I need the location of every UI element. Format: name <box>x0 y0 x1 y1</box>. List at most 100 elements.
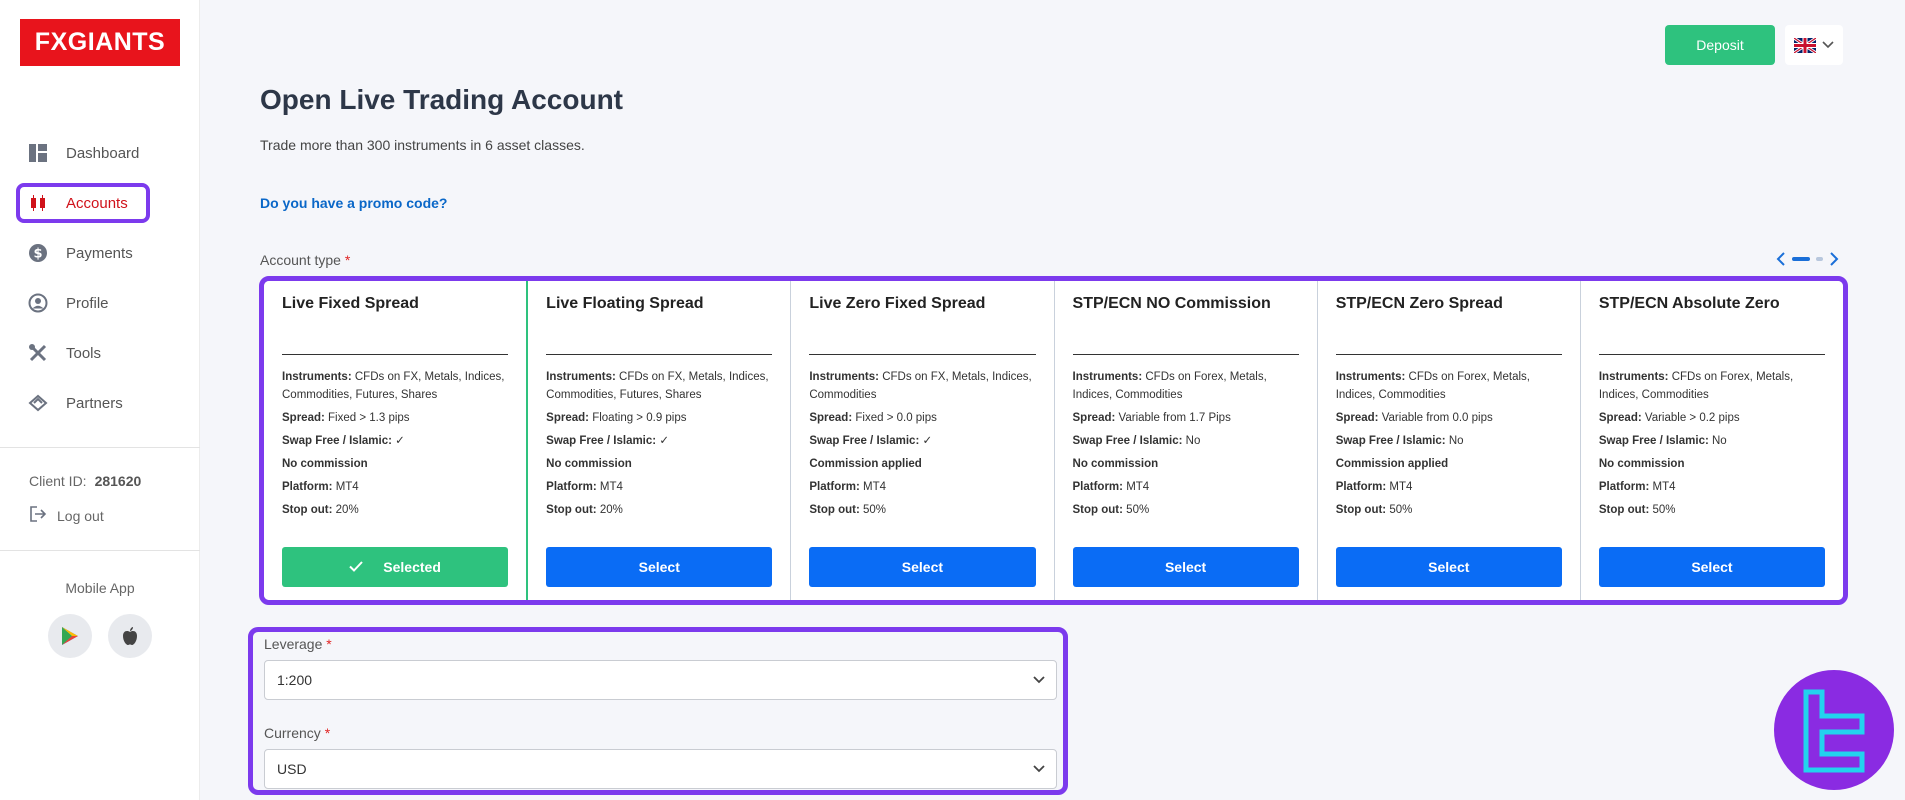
stop-out-line: Stop out: 20% <box>546 501 772 519</box>
swap-line: Swap Free / Islamic: ✓ <box>546 432 772 450</box>
commission-value: No commission <box>1072 458 1159 470</box>
button-label: Select <box>638 559 680 575</box>
button-label: Select <box>901 559 944 575</box>
logout-link[interactable]: Log out <box>29 505 104 526</box>
account-card-title: STP/ECN NO Commission <box>1072 295 1299 355</box>
account-card-details: Instruments: CFDs on FX, Metals, Indices… <box>546 355 772 519</box>
platform-value: MT4 <box>1126 481 1150 493</box>
carousel-nav <box>1776 252 1839 266</box>
account-card-title: STP/ECN Absolute Zero <box>1598 295 1826 355</box>
select-button[interactable]: Select <box>1072 547 1299 587</box>
platform-label: Platform: <box>282 481 333 493</box>
account-card[interactable]: STP/ECN Zero Spread Instruments: CFDs on … <box>1317 281 1581 600</box>
instruments-label: Instruments: <box>1335 371 1406 383</box>
tools-icon <box>28 343 48 363</box>
sidebar-item-tools[interactable]: Tools <box>16 333 184 373</box>
sidebar-item-partners[interactable]: Partners <box>16 383 184 423</box>
carousel-prev-icon[interactable] <box>1776 252 1786 266</box>
client-id-label: Client ID: <box>29 473 87 489</box>
account-card[interactable]: STP/ECN Absolute Zero Instruments: CFDs o… <box>1580 281 1843 600</box>
spread-line: Spread: Fixed > 0.0 pips <box>809 409 1035 427</box>
carousel-indicator-active[interactable] <box>1792 257 1810 261</box>
account-card[interactable]: Live Zero Fixed Spread Instruments: CFDs … <box>791 281 1055 600</box>
client-id-value: 281620 <box>94 473 142 489</box>
sidebar-item-label: Dashboard <box>66 144 140 162</box>
app-store-button[interactable] <box>108 614 152 658</box>
spread-line: Spread: Fixed > 1.3 pips <box>282 409 508 427</box>
currency-select[interactable]: USD <box>264 749 1057 789</box>
currency-label: Currency * <box>264 725 330 741</box>
fxgiants-logo[interactable]: FXGIANTS <box>20 19 180 66</box>
platform-value: MT4 <box>863 481 887 493</box>
platform-label: Platform: <box>1598 481 1650 493</box>
dashboard-icon <box>28 143 48 163</box>
account-card-details: Instruments: CFDs on Forex, Metals, Indi… <box>1599 355 1825 519</box>
swap-line: Swap Free / Islamic: No <box>1599 432 1825 450</box>
swap-label: Swap Free / Islamic: <box>282 435 392 447</box>
sidebar-item-payments[interactable]: $ Payments <box>16 233 184 273</box>
swap-label: Swap Free / Islamic: <box>809 435 920 447</box>
button-label: Select <box>1428 559 1470 575</box>
account-card[interactable]: Live Floating Spread Instruments: CFDs on… <box>528 281 792 600</box>
carousel-indicator[interactable] <box>1816 257 1823 261</box>
page-title: Open Live Trading Account <box>260 84 624 115</box>
sidebar-divider <box>0 447 200 448</box>
platform-line: Platform: MT4 <box>1599 478 1825 496</box>
sidebar-item-label: Profile <box>66 294 109 312</box>
account-card[interactable]: Live Fixed Spread Instruments: CFDs on FX… <box>264 281 529 600</box>
leverage-select[interactable]: 1:200 <box>264 660 1057 700</box>
select-button[interactable]: Select <box>809 547 1036 587</box>
stop-out-line: Stop out: 20% <box>282 501 508 519</box>
select-button[interactable]: Select <box>546 547 773 587</box>
button-label: Selected <box>383 559 441 575</box>
tf-logo-icon <box>1803 689 1865 773</box>
required-mark: * <box>326 636 332 652</box>
platform-value: MT4 <box>599 481 623 493</box>
account-settings-form: Leverage * 1:200 Currency * USD <box>248 627 1068 795</box>
commission-value: No commission <box>1598 458 1685 470</box>
language-selector[interactable] <box>1785 25 1843 65</box>
sidebar-item-profile[interactable]: Profile <box>16 283 184 323</box>
google-play-button[interactable] <box>48 614 92 658</box>
account-card-title: STP/ECN Zero Spread <box>1335 295 1562 355</box>
instruments-line: Instruments: CFDs on Forex, Metals, Indi… <box>1599 368 1825 404</box>
sidebar-item-label: Partners <box>66 394 123 412</box>
deposit-button[interactable]: Deposit <box>1665 25 1775 65</box>
platform-value: MT4 <box>1652 481 1676 493</box>
swap-label: Swap Free / Islamic: <box>546 435 657 447</box>
select-button[interactable]: Select <box>1598 547 1826 587</box>
candles-icon <box>28 193 48 213</box>
sidebar-item-accounts[interactable]: Accounts <box>16 183 150 223</box>
platform-line: Platform: MT4 <box>1336 478 1562 496</box>
commission-value: Commission applied <box>809 458 922 470</box>
spread-line: Spread: Variable from 1.7 Pips <box>1073 409 1299 427</box>
stop-out-label: Stop out: <box>809 504 860 516</box>
swap-line: Swap Free / Islamic: ✓ <box>282 432 508 450</box>
sidebar-item-dashboard[interactable]: Dashboard <box>16 133 184 173</box>
commission-line: No commission <box>1073 455 1299 473</box>
leverage-label: Leverage * <box>264 636 332 652</box>
commission-value: No commission <box>546 458 632 470</box>
stop-out-label: Stop out: <box>546 504 597 516</box>
flag-uk-icon <box>1794 37 1816 53</box>
instruments-line: Instruments: CFDs on Forex, Metals, Indi… <box>1336 368 1562 404</box>
spread-label: Spread: <box>282 412 325 424</box>
swap-line: Swap Free / Islamic: No <box>1073 432 1299 450</box>
selected-button[interactable]: Selected <box>282 547 509 587</box>
required-mark: * <box>344 252 351 268</box>
spread-value: Fixed > 1.3 pips <box>328 412 410 424</box>
handshake-icon <box>28 393 48 413</box>
platform-line: Platform: MT4 <box>1073 478 1299 496</box>
promo-code-link[interactable]: Do you have a promo code? <box>260 195 447 211</box>
account-card-details: Instruments: CFDs on FX, Metals, Indices… <box>809 355 1035 519</box>
swap-value: No <box>1712 435 1727 447</box>
carousel-next-icon[interactable] <box>1829 252 1839 266</box>
account-card-details: Instruments: CFDs on Forex, Metals, Indi… <box>1073 355 1299 519</box>
account-card[interactable]: STP/ECN NO Commission Instruments: CFDs o… <box>1054 281 1318 600</box>
spread-line: Spread: Variable > 0.2 pips <box>1599 409 1825 427</box>
stop-out-label: Stop out: <box>1335 504 1387 516</box>
spread-label: Spread: <box>546 412 589 424</box>
select-button[interactable]: Select <box>1335 547 1562 587</box>
apple-icon <box>123 627 137 645</box>
instruments-label: Instruments: <box>546 371 616 383</box>
